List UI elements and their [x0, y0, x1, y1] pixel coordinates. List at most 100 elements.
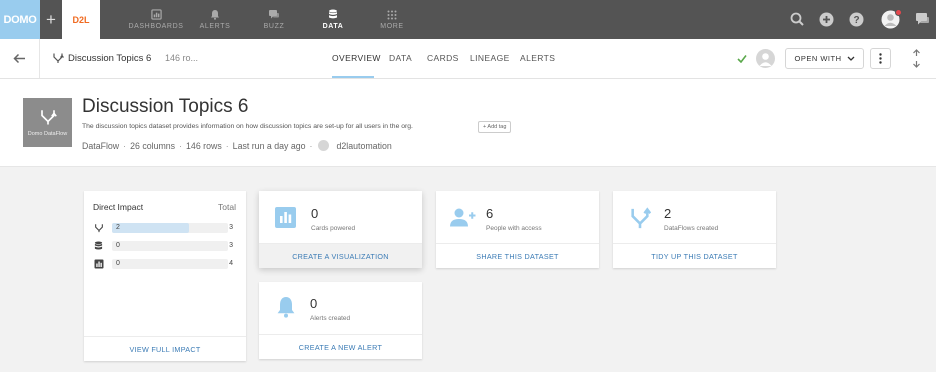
dataset-toolbar: Discussion Topics 6 146 ro... OVERVIEW D…: [0, 39, 936, 79]
check-icon: [737, 55, 747, 63]
database-icon: [94, 241, 103, 250]
owner-avatar[interactable]: [318, 140, 330, 151]
meta-separator: ·: [123, 140, 127, 151]
create-alert-button[interactable]: CREATE A NEW ALERT: [259, 334, 422, 359]
dataset-description[interactable]: The discussion topics dataset provides i…: [82, 123, 413, 130]
tab-data[interactable]: DATA: [389, 53, 412, 63]
nav-label: MORE: [380, 22, 404, 30]
bell-icon: [277, 297, 295, 318]
nav-item-data[interactable]: DATA: [303, 0, 363, 39]
meta-separator: ·: [179, 140, 183, 151]
nav-label: BUZZ: [263, 23, 285, 30]
meta-type[interactable]: DataFlow: [82, 141, 119, 151]
add-tag-button[interactable]: + Add tag: [478, 121, 512, 133]
create-visualization-button[interactable]: CREATE A VISUALIZATION: [259, 243, 422, 268]
meta-rows: 146 rows: [186, 140, 222, 151]
impact-title: Direct Impact: [93, 202, 144, 212]
grid-icon: [387, 10, 397, 19]
owner-avatar[interactable]: [756, 49, 775, 68]
user-icon: [759, 53, 772, 66]
chat-icon: [269, 10, 279, 19]
arrow-left-icon: [13, 53, 25, 64]
dataflows-card: 2 DataFlows created TIDY UP THIS DATASET: [613, 191, 776, 268]
back-button[interactable]: [0, 39, 40, 78]
meta-columns: 26 columns: [130, 140, 176, 151]
nav-item-more[interactable]: MORE: [362, 0, 422, 39]
direct-impact-card: Direct Impact Total 2 3 0 3 0 4 VIEW FUL…: [84, 191, 246, 361]
card-chart-icon: [94, 259, 104, 269]
search-icon[interactable]: [789, 11, 806, 28]
nav-label: DASHBOARDS: [128, 23, 184, 30]
cards-powered-count: 0: [311, 206, 319, 221]
meta-owner[interactable]: d2lautomation: [336, 141, 391, 151]
active-tab-indicator: [332, 76, 374, 78]
impact-row[interactable]: 0 3: [94, 240, 237, 252]
impact-value: 2: [116, 224, 120, 231]
open-with-label: OPEN WITH: [794, 54, 842, 63]
meta-separator: ·: [225, 140, 229, 151]
impact-value: 0: [116, 242, 120, 249]
impact-row[interactable]: 2 3: [94, 222, 237, 234]
impact-bar: [112, 259, 228, 269]
impact-bar-fill: [112, 223, 190, 233]
nav-label: ALERTS: [199, 23, 231, 30]
nav-item-buzz[interactable]: BUZZ: [244, 0, 304, 39]
meta-separator: ·: [309, 140, 313, 151]
share-dataset-button[interactable]: SHARE THIS DATASET: [436, 243, 599, 268]
chat-icon[interactable]: [914, 11, 931, 28]
domo-logo[interactable]: DOMO: [0, 0, 40, 39]
page-title: Discussion Topics 6: [82, 96, 249, 117]
impact-total-header: Total: [218, 202, 236, 212]
expand-collapse-icon[interactable]: [910, 49, 923, 68]
nav-item-alerts[interactable]: ALERTS: [185, 0, 245, 39]
thumbnail-label: Domo DataFlow: [27, 131, 68, 137]
impact-row[interactable]: 0 4: [94, 258, 237, 270]
breadcrumb-row-count: 146 ro...: [165, 53, 199, 63]
add-app-button[interactable]: +: [40, 0, 62, 39]
nav-label: DATA: [322, 23, 344, 30]
dataflow-icon: [53, 53, 64, 63]
dataflow-icon: [631, 207, 651, 229]
dataflow-icon: [40, 110, 57, 125]
add-user-icon: [450, 208, 476, 227]
dataflows-label: DataFlows created: [664, 225, 719, 232]
alerts-card: 0 Alerts created CREATE A NEW ALERT: [259, 282, 422, 359]
dataset-meta: DataFlow · 26 columns · 146 rows · Last …: [82, 140, 392, 151]
impact-value: 0: [116, 260, 120, 267]
top-navigation-bar: DOMO + D2L DASHBOARDS ALERTS BUZZ DATA M…: [0, 0, 936, 39]
impact-total: 3: [229, 242, 233, 249]
impact-total: 3: [229, 224, 233, 231]
impact-bar: [112, 241, 228, 251]
cards-powered-label: Cards powered: [311, 225, 356, 232]
tab-alerts[interactable]: ALERTS: [520, 53, 555, 63]
alerts-count: 0: [310, 296, 318, 311]
breadcrumb-dataset-name[interactable]: Discussion Topics 6: [68, 53, 151, 64]
more-options-button[interactable]: [870, 48, 891, 69]
kebab-menu-icon: [879, 53, 882, 64]
dataflows-count: 2: [664, 206, 672, 221]
notification-dot: [895, 9, 902, 16]
dataset-header: Domo DataFlow Discussion Topics 6 The di…: [0, 79, 936, 167]
add-icon[interactable]: [818, 11, 835, 28]
view-full-impact-link[interactable]: VIEW FULL IMPACT: [84, 336, 246, 361]
svg-text:?: ?: [853, 15, 859, 26]
help-icon[interactable]: ?: [848, 11, 865, 28]
tab-cards[interactable]: CARDS: [427, 53, 459, 63]
dashboard-icon: [150, 9, 162, 20]
tab-overview[interactable]: OVERVIEW: [332, 53, 381, 63]
database-icon: [329, 9, 337, 19]
open-with-button[interactable]: OPEN WITH: [785, 48, 864, 69]
impact-total: 4: [229, 260, 233, 267]
meta-last-run: Last run a day ago: [232, 140, 306, 151]
tab-lineage[interactable]: LINEAGE: [470, 53, 510, 63]
tidy-dataset-button[interactable]: TIDY UP THIS DATASET: [613, 243, 776, 268]
alerts-label: Alerts created: [310, 315, 351, 322]
customer-logo[interactable]: D2L: [62, 0, 100, 39]
nav-item-dashboards[interactable]: DASHBOARDS: [126, 0, 186, 39]
dataset-thumbnail: Domo DataFlow: [23, 98, 72, 147]
impact-bar: [112, 223, 228, 233]
people-access-count: 6: [486, 206, 494, 221]
people-access-label: People with access: [486, 225, 542, 232]
cards-powered-card: 0 Cards powered CREATE A VISUALIZATION: [259, 191, 422, 268]
chevron-down-icon: [847, 56, 854, 61]
